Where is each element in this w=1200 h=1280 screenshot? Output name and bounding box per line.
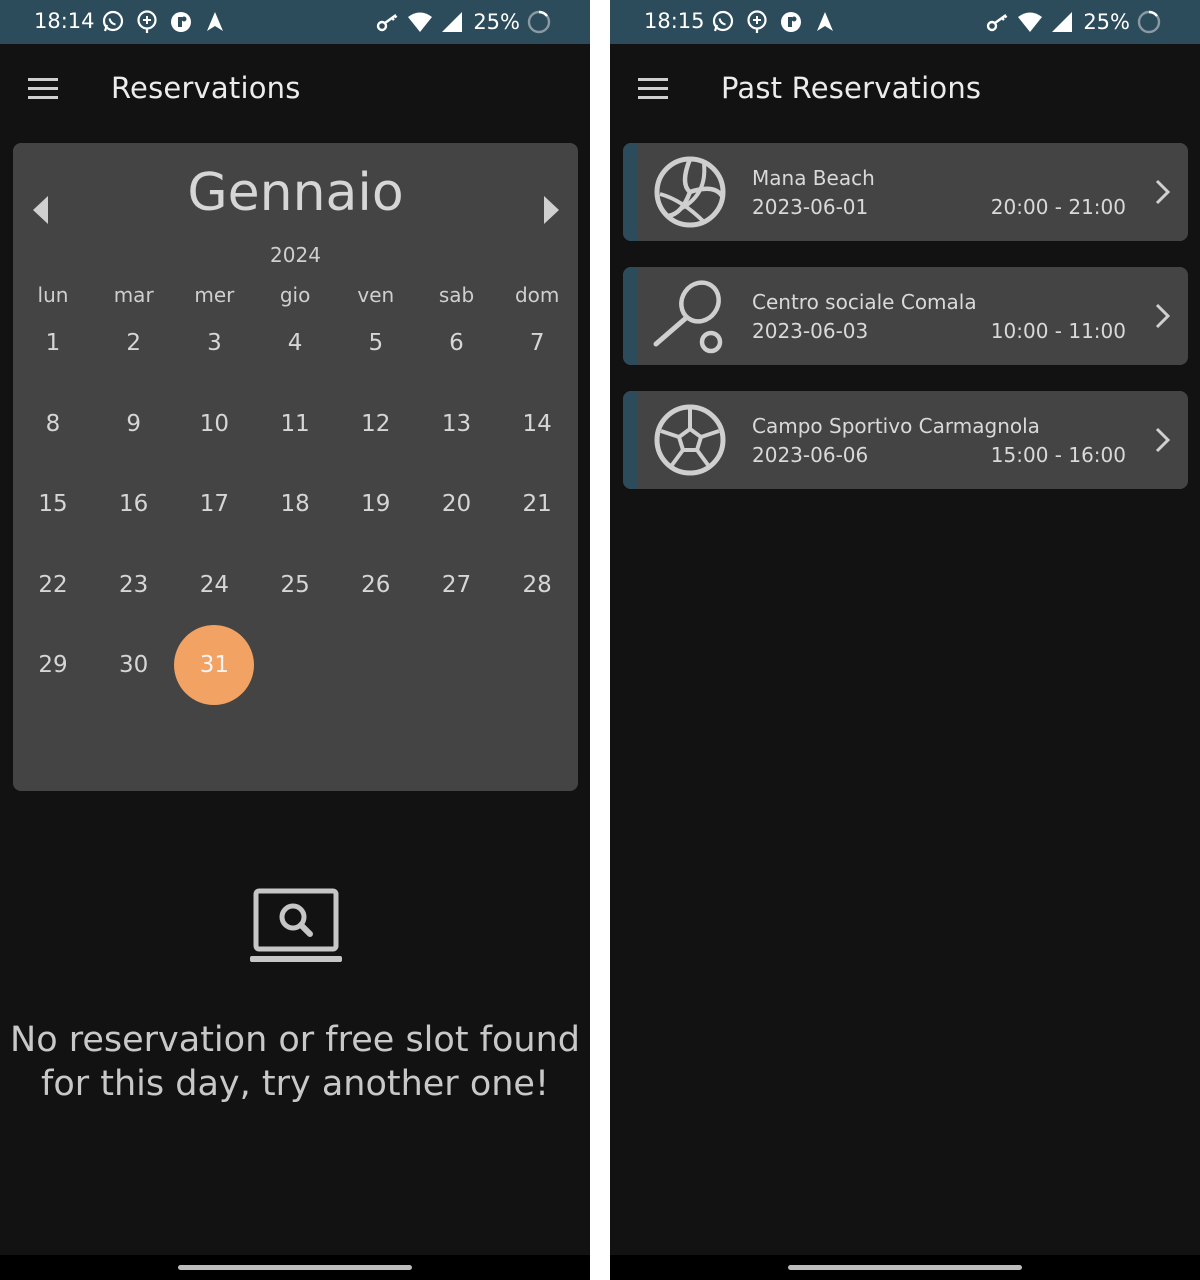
card-accent <box>623 391 638 489</box>
calendar-day[interactable]: 13 <box>417 384 497 464</box>
chevron-right-icon <box>1155 303 1171 329</box>
soccer-ball-icon <box>654 404 726 476</box>
reservation-time: 15:00 - 16:00 <box>990 443 1126 467</box>
vpn-key-icon <box>377 14 398 32</box>
wifi-icon <box>1018 12 1043 32</box>
whatsapp-icon <box>712 10 734 32</box>
calendar-day[interactable]: 1 <box>13 303 93 383</box>
reservation-card[interactable]: Centro sociale Comala 2023-06-03 10:00 -… <box>623 267 1188 365</box>
location-add-icon <box>137 10 157 33</box>
page-title: Past Reservations <box>721 71 982 105</box>
status-bar: 18:15 25% <box>610 0 1200 44</box>
past-reservations-screen: 18:15 25% Past Reservations Mana Beach 2… <box>610 0 1200 1280</box>
battery-percent: 25% <box>473 10 520 34</box>
calendar-day[interactable]: 27 <box>417 545 497 625</box>
calendar-day-selected[interactable]: 31 <box>174 625 255 705</box>
status-time: 18:15 <box>644 9 705 33</box>
calendar-month: Gennaio <box>187 163 404 223</box>
calendar-day[interactable]: 5 <box>336 303 416 383</box>
reservation-time: 10:00 - 11:00 <box>990 319 1126 343</box>
battery-circle-icon <box>527 10 551 34</box>
chevron-right-icon <box>1155 179 1171 205</box>
chevron-right-icon <box>1155 427 1171 453</box>
location-add-icon <box>747 10 767 33</box>
reservation-date: 2023-06-03 <box>752 319 869 343</box>
home-gesture-handle[interactable] <box>788 1265 1022 1270</box>
card-accent <box>623 143 638 241</box>
tennis-racket-icon <box>653 280 723 354</box>
calendar-day[interactable]: 22 <box>13 545 93 625</box>
calendar-day[interactable]: 6 <box>417 303 497 383</box>
menu-icon[interactable] <box>22 68 64 110</box>
navigation-icon <box>817 12 833 31</box>
calendar-day[interactable]: 16 <box>94 464 174 544</box>
battery-circle-icon <box>1137 10 1161 34</box>
app-bar: Past Reservations <box>610 44 1200 134</box>
authenticator-icon <box>781 12 801 32</box>
system-icons: 25% <box>985 9 1162 35</box>
calendar-day[interactable]: 17 <box>174 464 254 544</box>
venue-name: Campo Sportivo Carmagnola <box>752 414 1040 438</box>
navigation-icon <box>207 12 223 31</box>
calendar-day[interactable]: 29 <box>13 625 93 705</box>
reservations-screen: 18:14 25% Reservations Gennaio 2024 lun <box>0 0 590 1280</box>
whatsapp-icon <box>102 10 124 32</box>
venue-name: Mana Beach <box>752 166 875 190</box>
calendar-day[interactable]: 24 <box>174 545 254 625</box>
laptop-search-icon <box>250 888 342 962</box>
status-time: 18:14 <box>34 9 95 33</box>
reservation-card[interactable]: Mana Beach 2023-06-01 20:00 - 21:00 <box>623 143 1188 241</box>
gesture-nav-bar <box>610 1255 1200 1280</box>
notification-icons <box>100 9 228 35</box>
calendar-day[interactable]: 11 <box>255 384 335 464</box>
system-icons: 25% <box>375 9 552 35</box>
vpn-key-icon <box>987 14 1008 32</box>
signal-icon <box>1052 12 1073 32</box>
calendar-day[interactable]: 23 <box>94 545 174 625</box>
volleyball-icon <box>654 156 726 228</box>
calendar-day[interactable]: 25 <box>255 545 335 625</box>
calendar-year: 2024 <box>270 243 321 267</box>
calendar-day[interactable]: 19 <box>336 464 416 544</box>
empty-state-line-1: No reservation or free slot found <box>10 1020 580 1060</box>
wifi-icon <box>408 12 433 32</box>
reservation-card[interactable]: Campo Sportivo Carmagnola 2023-06-06 15:… <box>623 391 1188 489</box>
venue-name: Centro sociale Comala <box>752 290 977 314</box>
calendar-day[interactable]: 3 <box>174 303 254 383</box>
empty-state-line-2: for this day, try another one! <box>41 1064 549 1104</box>
reservation-date: 2023-06-01 <box>752 195 869 219</box>
calendar-day[interactable]: 7 <box>497 303 577 383</box>
calendar-day[interactable]: 30 <box>94 625 174 705</box>
calendar-day[interactable]: 15 <box>13 464 93 544</box>
signal-icon <box>442 12 463 32</box>
battery-percent: 25% <box>1083 10 1130 34</box>
reservation-date: 2023-06-06 <box>752 443 869 467</box>
calendar-day[interactable]: 2 <box>94 303 174 383</box>
calendar: Gennaio 2024 lun mar mer gio ven sab dom… <box>13 143 578 791</box>
notification-icons <box>710 9 838 35</box>
calendar-day[interactable]: 26 <box>336 545 416 625</box>
card-accent <box>623 267 638 365</box>
app-bar: Reservations <box>0 44 590 134</box>
status-bar: 18:14 25% <box>0 0 590 44</box>
authenticator-icon <box>171 12 191 32</box>
empty-state-message: No reservation or free slot found for th… <box>0 1018 590 1106</box>
calendar-day[interactable]: 9 <box>94 384 174 464</box>
page-title: Reservations <box>111 71 301 105</box>
calendar-grid: 1 2 3 4 5 6 7 8 9 10 11 12 13 14 15 16 1… <box>13 303 578 723</box>
reservation-time: 20:00 - 21:00 <box>990 195 1126 219</box>
home-gesture-handle[interactable] <box>178 1265 412 1270</box>
menu-icon[interactable] <box>632 68 674 110</box>
calendar-day[interactable]: 8 <box>13 384 93 464</box>
gesture-nav-bar <box>0 1255 590 1280</box>
calendar-day[interactable]: 18 <box>255 464 335 544</box>
calendar-day[interactable]: 4 <box>255 303 335 383</box>
calendar-day[interactable]: 20 <box>417 464 497 544</box>
calendar-day[interactable]: 10 <box>174 384 254 464</box>
calendar-day[interactable]: 12 <box>336 384 416 464</box>
calendar-day[interactable]: 14 <box>497 384 577 464</box>
calendar-day[interactable]: 21 <box>497 464 577 544</box>
next-month-button[interactable] <box>535 193 565 227</box>
calendar-day[interactable]: 28 <box>497 545 577 625</box>
